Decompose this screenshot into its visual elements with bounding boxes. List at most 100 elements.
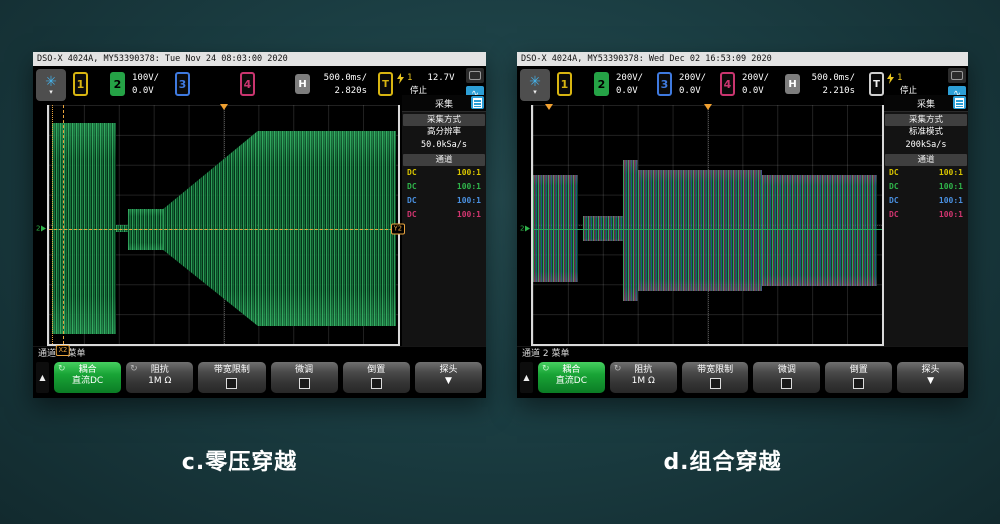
acq-mode-header: 采集方式 [885,114,967,126]
rotate-icon: ↻ [130,364,138,374]
checkbox[interactable] [371,378,382,389]
zone-select-icon[interactable] [466,68,484,83]
channel-1-button[interactable]: 1 [73,72,88,96]
trigger-position-icon[interactable] [704,104,712,110]
probe-ratio: 100:1 [457,194,481,208]
sparkle-icon: ✳ [45,75,57,89]
channel-coupling-row: DC 100:1 [884,194,968,208]
trigger-level: 12.7V [427,72,454,84]
sample-rate-value: 200kSa/s [884,139,968,152]
side-menu: 采集 采集方式 高分辨率 50.0kSa/s 通道 DC 100:1 DC 10… [402,95,486,346]
zone-select-icon[interactable] [948,68,966,83]
horizontal-button[interactable]: H [295,74,310,94]
softkey-invert[interactable]: 倒置 [343,362,410,393]
cursor-x1-line[interactable] [52,105,53,344]
channel-coupling-row: DC 100:1 [884,180,968,194]
channel-2-button[interactable]: 2 [110,72,125,96]
ground-marker[interactable]: 2 [36,225,46,232]
back-button[interactable]: ▲ [520,362,533,393]
channel-coupling-row: DC 100:1 [402,166,486,180]
intensity-button[interactable]: ✳ ▾ [520,69,550,101]
channel-coupling-row: DC 100:1 [884,208,968,222]
scope-main: X2 Y2 2 采集 采集方式 高分辨率 50.0kSa/s 通道 DC [33,105,486,346]
menu-icon[interactable] [471,96,484,109]
cursor-y2-badge[interactable]: Y2 [391,223,405,234]
waveform-zero-line [533,229,882,230]
probe-ratio: 100:1 [939,208,963,222]
cursor-y2-line[interactable] [49,229,398,230]
softkey-impedance[interactable]: ↻ 阻抗 1M Ω [126,362,193,393]
channel-3-button[interactable]: 3 [657,72,672,96]
probe-ratio: 100:1 [939,166,963,180]
trigger-info: 1 12.7V 停止 [397,72,455,97]
softkey-probe[interactable]: 探头 ▼ [415,362,482,393]
sample-rate-value: 50.0kSa/s [402,139,486,152]
channel-3-scale: 200V/ 0.0V [679,72,706,98]
down-arrow-icon: ▼ [415,377,482,386]
scope-titlebar: DSO-X 4024A, MY53390378: Tue Nov 24 08:0… [33,52,486,66]
side-menu-title: 采集 [884,95,968,112]
probe-ratio: 100:1 [457,166,481,180]
trigger-info: 1 停止 [887,72,917,97]
channels-header: 通道 [403,154,485,166]
trigger-button[interactable]: T [378,72,393,96]
softkey-bw-limit[interactable]: 带宽限制 [198,362,265,393]
chevron-down-icon: ▾ [533,89,537,96]
softkey-bw-limit[interactable]: 带宽限制 [682,362,749,393]
ground-channel-label: 2 [520,225,524,232]
channel-4-button[interactable]: 4 [720,72,735,96]
softkey-probe[interactable]: 探头 ▼ [897,362,964,393]
channel-4-button[interactable]: 4 [240,72,255,96]
cursor-x2-line[interactable] [63,105,64,344]
softkey-invert[interactable]: 倒置 [825,362,892,393]
checkbox[interactable] [781,378,792,389]
softkey-fine-adjust[interactable]: 微调 [753,362,820,393]
side-menu-title: 采集 [402,95,486,112]
menu-icon[interactable] [953,96,966,109]
acq-mode-header: 采集方式 [403,114,485,126]
coupling-label: DC [407,166,417,180]
checkbox[interactable] [710,378,721,389]
softkey-fine-adjust[interactable]: 微调 [271,362,338,393]
trigger-position-icon[interactable] [220,104,228,110]
ground-marker[interactable]: 2 [520,225,530,232]
coupling-label: DC [407,208,417,222]
acq-mode-value: 标准模式 [884,126,968,139]
horizontal-readout: 500.0ms/ 2.210s [803,72,855,98]
back-button[interactable]: ▲ [36,362,49,393]
channel-1-button[interactable]: 1 [557,72,572,96]
horizontal-button[interactable]: H [785,74,800,94]
down-arrow-icon: ▼ [897,377,964,386]
trigger-source: 1 [897,72,902,84]
softkey-row: ▲ ↻ 耦合 直流DC ↻ 阻抗 1M Ω 带宽限制 微调 倒置 [517,361,968,398]
probe-ratio: 100:1 [939,180,963,194]
figure-canvas: DSO-X 4024A, MY53390378: Tue Nov 24 08:0… [0,0,1000,524]
channels-header: 通道 [885,154,967,166]
trigger-source: 1 [407,72,412,84]
caption-right: d.组合穿越 [497,444,948,476]
waveform-layer [49,105,398,344]
channel-2-scale: 200V/ 0.0V [616,72,643,98]
horizontal-readout: 500.0ms/ 2.820s [315,72,367,98]
trigger-edge-icon [887,73,894,84]
side-menu-title-label: 采集 [917,97,935,110]
coupling-label: DC [407,194,417,208]
softkey-coupling[interactable]: ↻ 耦合 直流DC [54,362,121,393]
ground-arrow-icon [41,226,46,232]
checkbox[interactable] [226,378,237,389]
checkbox[interactable] [853,378,864,389]
softkey-impedance[interactable]: ↻ 阻抗 1M Ω [610,362,677,393]
checkbox[interactable] [299,378,310,389]
softkey-row: ▲ ↻ 耦合 直流DC ↻ 阻抗 1M Ω 带宽限制 微调 倒置 [33,361,486,398]
coupling-label: DC [889,194,899,208]
channel-2-button[interactable]: 2 [594,72,609,96]
cursor-x2-badge[interactable]: X2 [56,345,70,356]
softkey-coupling[interactable]: ↻ 耦合 直流DC [538,362,605,393]
marker-icon[interactable] [545,104,553,110]
channel-coupling-row: DC 100:1 [402,194,486,208]
trigger-button[interactable]: T [869,72,884,96]
menu-title: 通道 1 菜单 [33,346,486,361]
ground-channel-label: 2 [36,225,40,232]
intensity-button[interactable]: ✳ ▾ [36,69,66,101]
channel-3-button[interactable]: 3 [175,72,190,96]
